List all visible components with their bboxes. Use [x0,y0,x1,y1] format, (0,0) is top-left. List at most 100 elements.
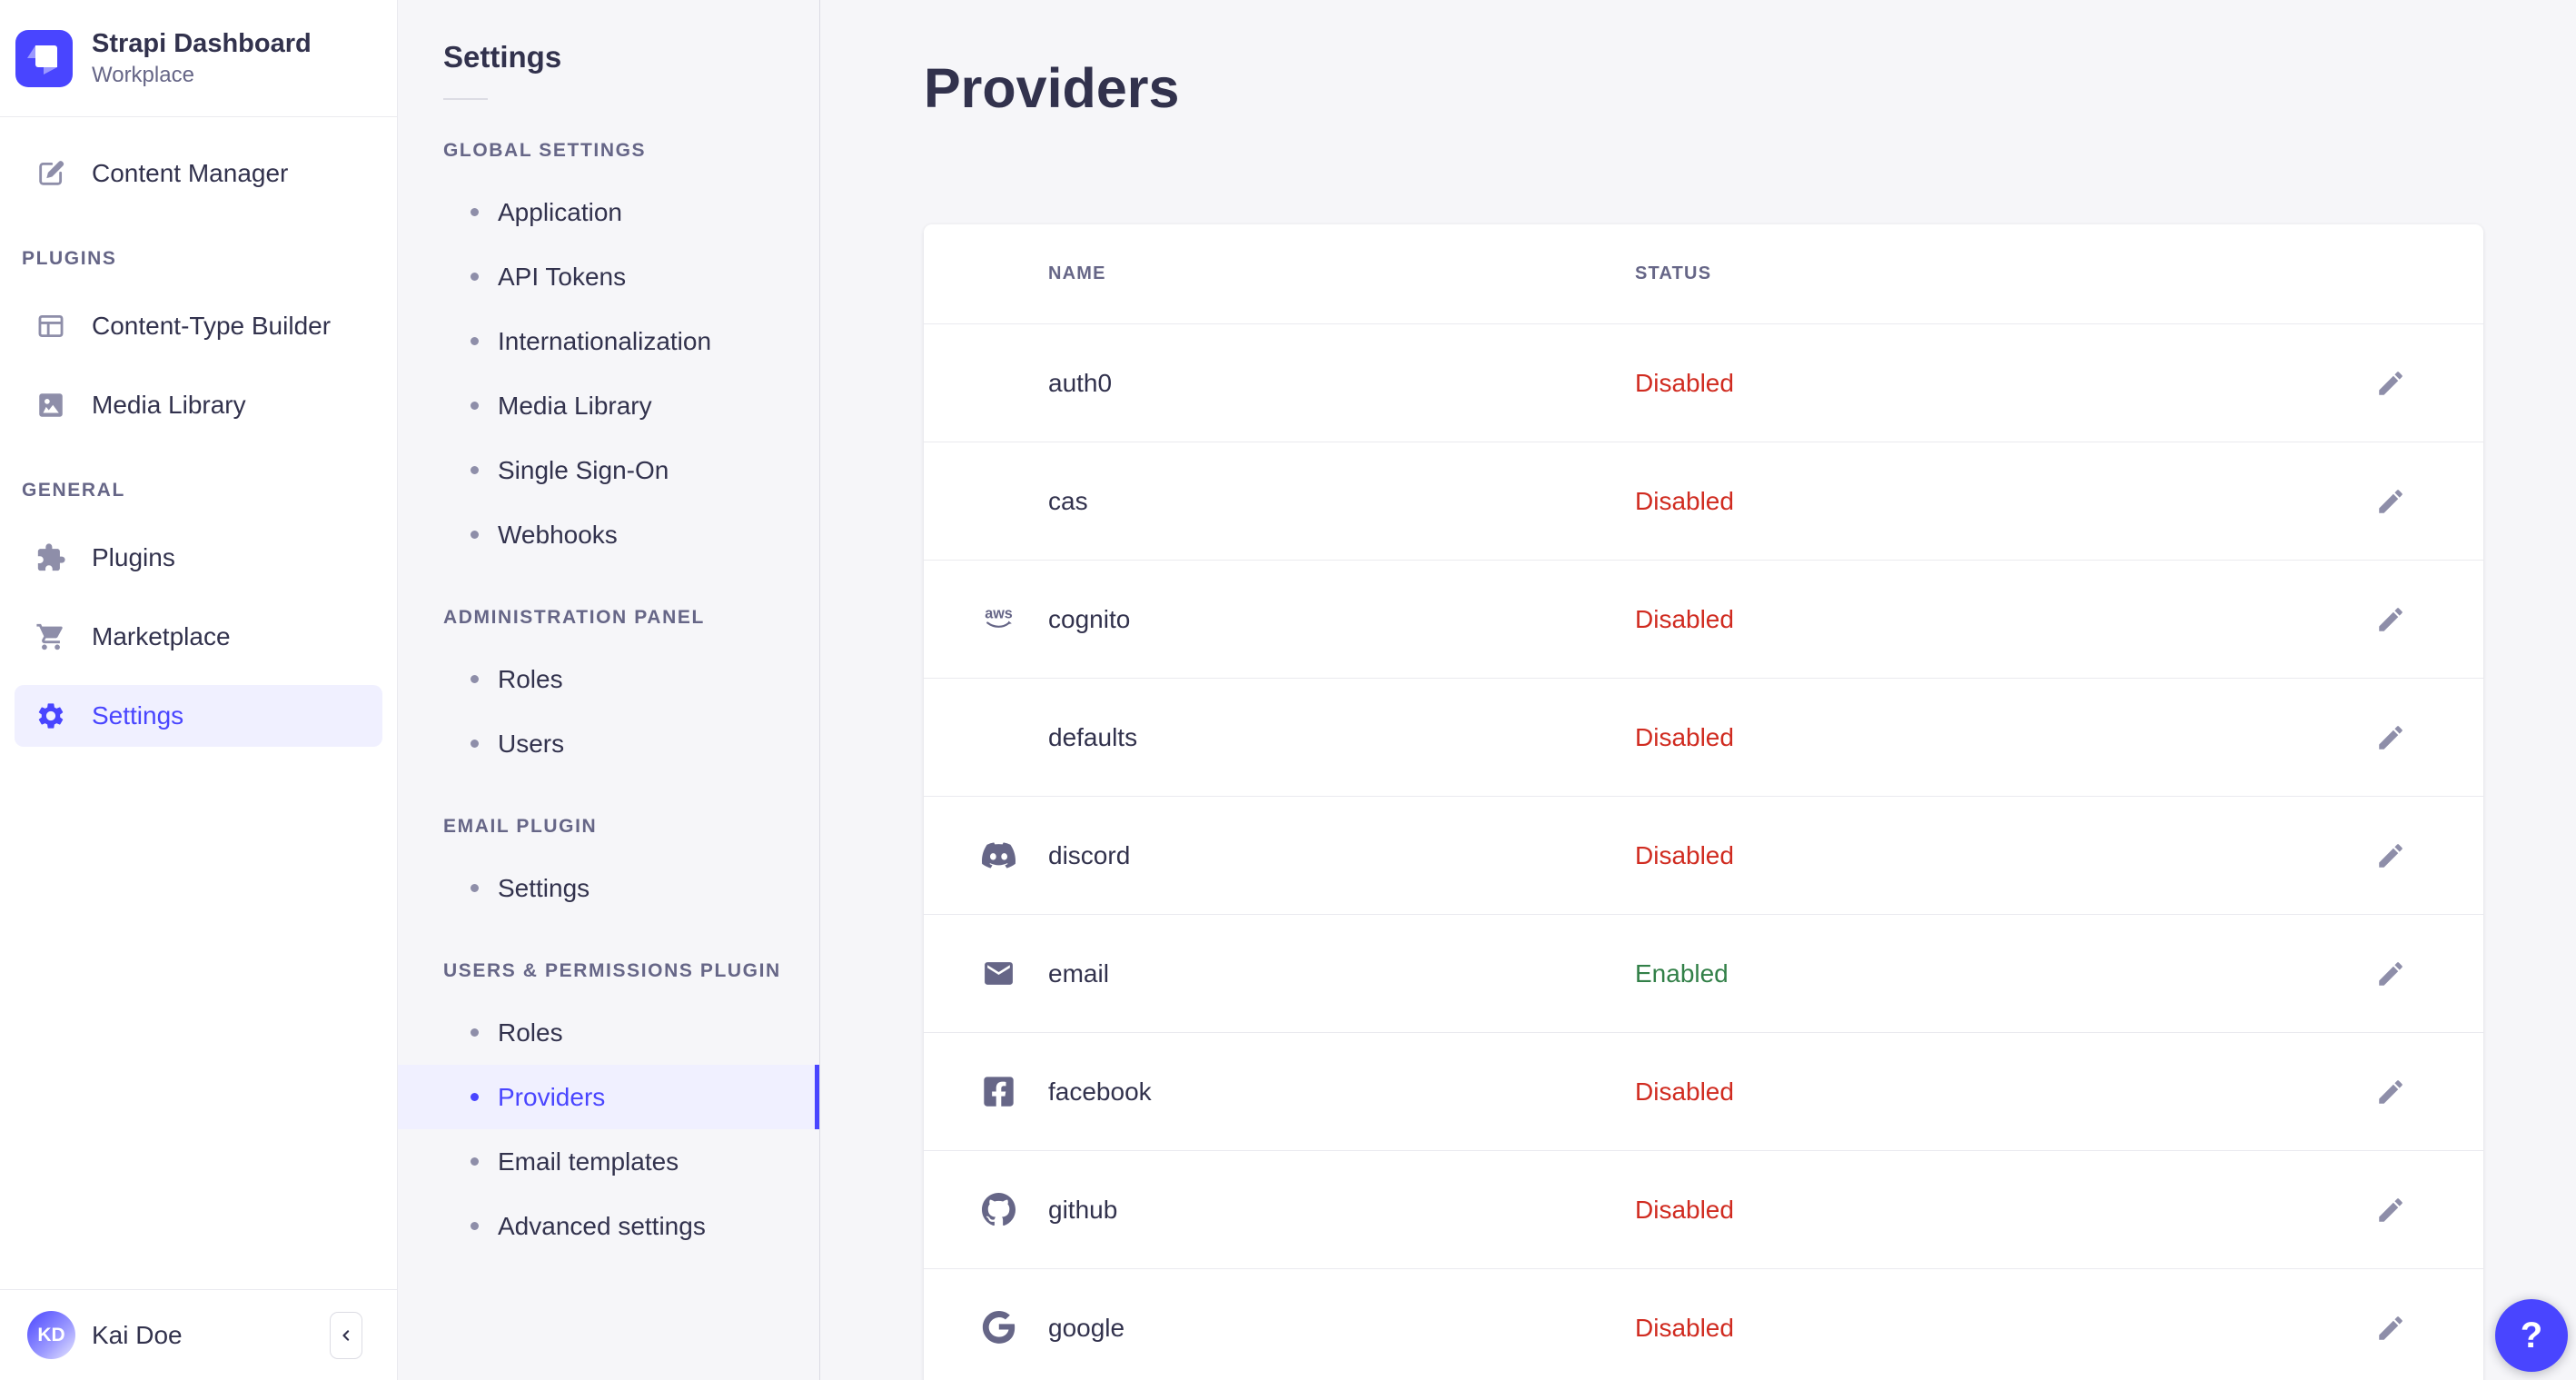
provider-status: Disabled [1635,722,1734,751]
subnav-item-providers[interactable]: Providers [398,1065,819,1129]
provider-status: Disabled [1635,604,1734,633]
sidebar: Strapi Dashboard Workplace Content Manag… [0,0,398,1380]
subnav-item-email-templates[interactable]: Email templates [398,1129,819,1194]
subnav-item-api-tokens[interactable]: API Tokens [398,244,819,309]
brand[interactable]: Strapi Dashboard Workplace [0,0,397,117]
provider-status: Disabled [1635,840,1734,869]
table-row-discord: discord Disabled [924,797,2483,915]
pencil-icon [2375,840,2406,871]
sidebar-item-media-library[interactable]: Media Library [15,374,382,436]
sidebar-user: KD Kai Doe [0,1289,397,1380]
subnav-section-heading: USERS & PERMISSIONS PLUGIN [443,960,781,981]
pencil-icon [2375,604,2406,635]
pencil-icon [2375,1313,2406,1344]
bullet-icon [471,740,479,748]
provider-name: discord [1048,840,1131,869]
brand-subtitle: Workplace [92,62,194,87]
sidebar-item-label: Plugins [92,543,175,571]
sidebar-item-marketplace[interactable]: Marketplace [15,606,382,668]
brand-title: Strapi Dashboard [92,28,312,58]
edit-provider-button[interactable] [2370,1307,2412,1349]
pencil-icon [2375,1077,2406,1107]
puzzle-icon [35,542,66,573]
avatar-initials: KD [37,1324,65,1345]
brand-text: Strapi Dashboard Workplace [92,28,312,89]
subnav-item-label: Email templates [498,1147,679,1176]
edit-provider-button[interactable] [2370,835,2412,877]
subnav-item-internationalization[interactable]: Internationalization [398,309,819,373]
subnav-section-heading: EMAIL PLUGIN [443,816,598,837]
bullet-icon [471,531,479,539]
subnav-item-settings[interactable]: Settings [398,856,819,920]
subnav-item-label: Single Sign-On [498,455,669,484]
subnav-item-single-sign-on[interactable]: Single Sign-On [398,438,819,502]
settings-subnav: Settings GLOBAL SETTINGS Application API T… [398,0,820,1380]
main-content: Providers NAME STATUS auth0 Disabled cas Di… [820,0,2576,1380]
table-row-auth0: auth0 Disabled [924,324,2483,442]
column-header-status: STATUS [1635,263,1712,283]
sidebar-item-settings[interactable]: Settings [15,685,382,747]
provider-name: github [1048,1195,1118,1224]
bullet-icon [471,402,479,410]
page-title: Providers [924,57,1180,119]
subnav-item-label: Roles [498,1018,563,1047]
subnav-item-advanced-settings[interactable]: Advanced settings [398,1194,819,1258]
table-row-facebook: facebook Disabled [924,1033,2483,1151]
provider-name: cas [1048,486,1088,515]
subnav-item-label: Roles [498,664,563,693]
sidebar-item-content-manager[interactable]: Content Manager [15,143,382,204]
column-header-name: NAME [1048,263,1106,283]
edit-provider-button[interactable] [2370,362,2412,404]
table-row-google: google Disabled [924,1269,2483,1380]
subnav-item-label: Settings [498,873,590,902]
user-name: Kai Doe [92,1320,183,1349]
subnav-item-webhooks[interactable]: Webhooks [398,502,819,567]
subnav-sections: GLOBAL SETTINGS Application API Tokens Inte… [398,140,819,1258]
provider-name: cognito [1048,604,1131,633]
sidebar-item-content-type-builder[interactable]: Content-Type Builder [15,295,382,357]
providers-table-card: NAME STATUS auth0 Disabled cas Disabled aws c… [924,224,2483,1380]
google-icon [982,1311,1048,1345]
subnav-item-application[interactable]: Application [398,180,819,244]
bullet-icon [471,337,479,345]
bullet-icon [471,466,479,474]
pencil-icon [2375,368,2406,399]
subnav-item-roles[interactable]: Roles [398,647,819,711]
avatar[interactable]: KD [27,1311,75,1359]
provider-status: Disabled [1635,486,1734,515]
subnav-divider [443,98,488,100]
edit-provider-button[interactable] [2370,599,2412,640]
subnav-section-heading: ADMINISTRATION PANEL [443,607,705,628]
provider-name: auth0 [1048,368,1113,397]
provider-status: Disabled [1635,1195,1734,1224]
edit-provider-button[interactable] [2370,1071,2412,1113]
bullet-icon [471,208,479,216]
gear-icon [35,700,66,731]
sidebar-item-plugins[interactable]: Plugins [15,527,382,589]
subnav-title: Settings [443,40,562,74]
edit-provider-button[interactable] [2370,1189,2412,1231]
subnav-item-users[interactable]: Users [398,711,819,776]
bullet-icon [471,1157,479,1166]
table-row-email: email Enabled [924,915,2483,1033]
edit-provider-button[interactable] [2370,953,2412,995]
chevron-left-icon [337,1326,355,1345]
subnav-item-media-library[interactable]: Media Library [398,373,819,438]
collapse-button[interactable] [330,1311,362,1359]
sidebar-section-heading: GENERAL [22,480,125,501]
subnav-item-label: API Tokens [498,262,627,291]
provider-name: facebook [1048,1077,1152,1106]
pen-square-icon [35,158,66,189]
edit-provider-button[interactable] [2370,481,2412,522]
help-button[interactable]: ? [2495,1299,2568,1372]
bullet-icon [471,675,479,683]
table-row-defaults: defaults Disabled [924,679,2483,797]
subnav-item-label: Application [498,197,622,226]
subnav-item-label: Internationalization [498,326,712,355]
edit-provider-button[interactable] [2370,717,2412,759]
subnav-item-roles[interactable]: Roles [398,1000,819,1065]
sidebar-item-label: Marketplace [92,622,231,650]
provider-name: email [1048,958,1109,988]
table-row-github: github Disabled [924,1151,2483,1269]
bullet-icon [471,884,479,892]
